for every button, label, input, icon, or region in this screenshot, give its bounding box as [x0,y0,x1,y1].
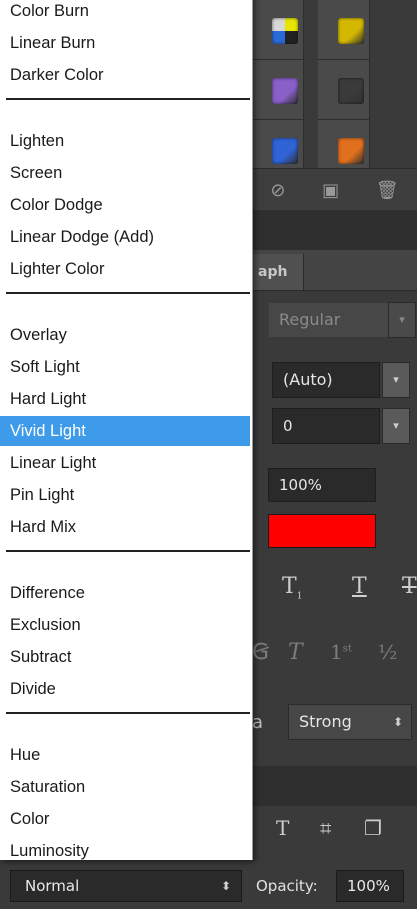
chevron-down-icon[interactable]: ▾ [382,362,410,398]
style-swatch-orange[interactable] [338,138,364,164]
menu-item-saturation[interactable]: Saturation [0,772,250,802]
menu-item-pin-light[interactable]: Pin Light [0,480,250,510]
style-swatch-yellow[interactable] [338,18,364,44]
copy-icon[interactable]: ❐ [364,816,382,840]
style-swatch-cell[interactable] [318,120,370,168]
no-style-icon[interactable]: ⊘ [270,180,285,201]
panel-divider [252,766,417,806]
trash-icon[interactable]: 🗑 [376,180,399,201]
menu-item-vivid-light[interactable]: Vivid Light [0,416,250,446]
blend-mode-menu: Color Burn Linear Burn Darker Color Lighten… [0,0,253,860]
blend-mode-select[interactable]: Normal ⬍ [10,870,242,902]
transform-icon[interactable]: ⌗ [320,816,331,840]
styles-row-1 [252,0,417,60]
strikethrough-button[interactable]: T [402,574,417,599]
chevron-down-icon[interactable]: ▾ [388,302,416,338]
menu-item-linear-dodge-add[interactable]: Linear Dodge (Add) [0,222,250,252]
menu-item-soft-light[interactable]: Soft Light [0,352,250,382]
underline-button[interactable]: T [352,574,367,599]
type-icon[interactable]: T [276,816,289,840]
style-swatch-cell[interactable] [252,120,304,168]
menu-item-difference[interactable]: Difference [0,578,250,608]
menu-item-linear-light[interactable]: Linear Light [0,448,250,478]
menu-item-darker-color[interactable]: Darker Color [0,60,250,90]
style-swatch-cell[interactable] [252,0,304,60]
fractions-button[interactable]: ½ [378,640,397,664]
style-swatch-cell[interactable] [252,60,304,120]
tab-paragraph[interactable]: aph [252,254,304,290]
menu-item-color-dodge[interactable]: Color Dodge [0,190,250,220]
titling-alternates-button[interactable]: T [288,640,303,665]
style-swatch-purple[interactable] [272,78,298,104]
menu-item-subtract[interactable]: Subtract [0,642,250,672]
style-swatch-dark[interactable] [338,78,364,104]
horizontal-scale-field[interactable]: 100% [268,468,376,502]
style-swatch-multicolor[interactable] [272,18,298,44]
menu-item-hue[interactable]: Hue [0,740,250,770]
panel-divider [252,210,417,250]
layers-options-bar: Normal ⬍ Opacity: 100% [0,862,417,909]
blend-mode-value: Normal [25,877,80,895]
menu-separator [6,550,250,552]
style-swatch-cell[interactable] [318,0,370,60]
menu-separator [6,98,250,100]
leading-select[interactable]: (Auto) [272,362,380,398]
styles-row-2 [252,60,417,120]
updown-arrows-icon: ⬍ [392,715,403,729]
menu-item-hard-mix[interactable]: Hard Mix [0,512,250,542]
text-color-swatch[interactable] [268,514,376,548]
style-swatch-cell[interactable] [318,60,370,120]
menu-item-overlay[interactable]: Overlay [0,320,250,350]
menu-separator [6,712,250,714]
menu-item-luminosity[interactable]: Luminosity [0,836,250,866]
menu-item-hard-light[interactable]: Hard Light [0,384,250,414]
anti-alias-value: Strong [299,712,352,731]
tracking-select[interactable]: 0 [272,408,380,444]
chevron-down-icon[interactable]: ▾ [382,408,410,444]
menu-separator [6,292,250,294]
ordinals-button[interactable]: 1st [330,640,352,664]
menu-item-color-burn[interactable]: Color Burn [0,0,250,26]
swash-button[interactable]: Ꞡ [252,640,269,665]
subscript-button[interactable]: T1 [282,574,302,601]
character-tab-strip: aph [252,250,417,291]
menu-item-color[interactable]: Color [0,804,250,834]
anti-alias-select[interactable]: Strong ⬍ [288,704,412,740]
styles-row-3 [252,120,417,168]
anti-alias-label: a [252,712,264,733]
new-style-icon[interactable]: ▣ [322,180,339,201]
styles-toolbar: ⊘ ▣ 🗑 [252,168,417,211]
menu-item-divide[interactable]: Divide [0,674,250,704]
opacity-field[interactable]: 100% [336,870,404,902]
menu-item-exclusion[interactable]: Exclusion [0,610,250,640]
menu-item-lighter-color[interactable]: Lighter Color [0,254,250,284]
updown-arrows-icon: ⬍ [220,879,231,893]
menu-item-screen[interactable]: Screen [0,158,250,188]
menu-item-lighten[interactable]: Lighten [0,126,250,156]
menu-item-linear-burn[interactable]: Linear Burn [0,28,250,58]
style-swatch-blue[interactable] [272,138,298,164]
font-style-select[interactable]: Regular [268,302,390,338]
opacity-label: Opacity: [256,877,318,895]
